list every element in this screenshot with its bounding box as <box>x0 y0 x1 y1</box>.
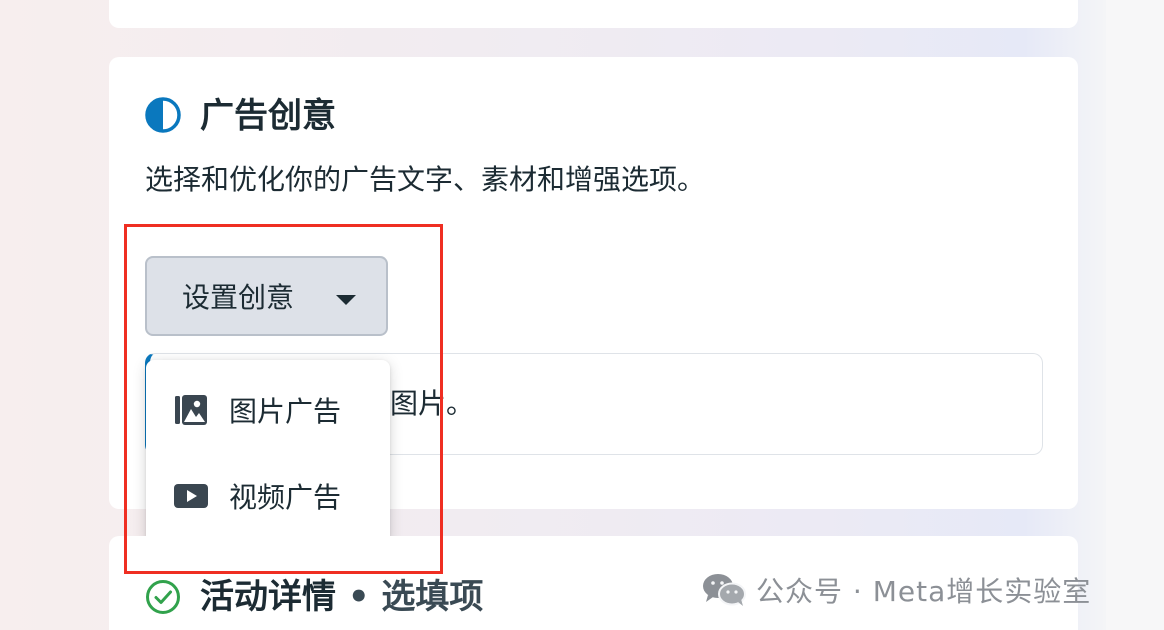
watermark-text: 公众号 · Meta增长实验室 <box>756 575 1092 608</box>
previous-section-card <box>109 0 1078 28</box>
check-circle-icon <box>146 580 180 614</box>
activity-details-optional-label: 选填项 <box>381 577 484 617</box>
ad-creative-title: 广告创意 <box>200 96 336 136</box>
activity-details-title: 活动详情 • 选填项 <box>200 575 483 619</box>
activity-details-separator: • <box>336 577 382 617</box>
wechat-icon <box>703 574 746 606</box>
watermark: 公众号 · Meta增长实验室 <box>702 570 1091 610</box>
annotation-highlight-box <box>124 224 443 574</box>
activity-details-title-text: 活动详情 <box>200 577 336 617</box>
ad-creative-description: 选择和优化你的广告文字、素材和增强选项。 <box>145 163 706 196</box>
half-circle-icon <box>145 97 181 133</box>
right-background-strip <box>1106 0 1164 630</box>
